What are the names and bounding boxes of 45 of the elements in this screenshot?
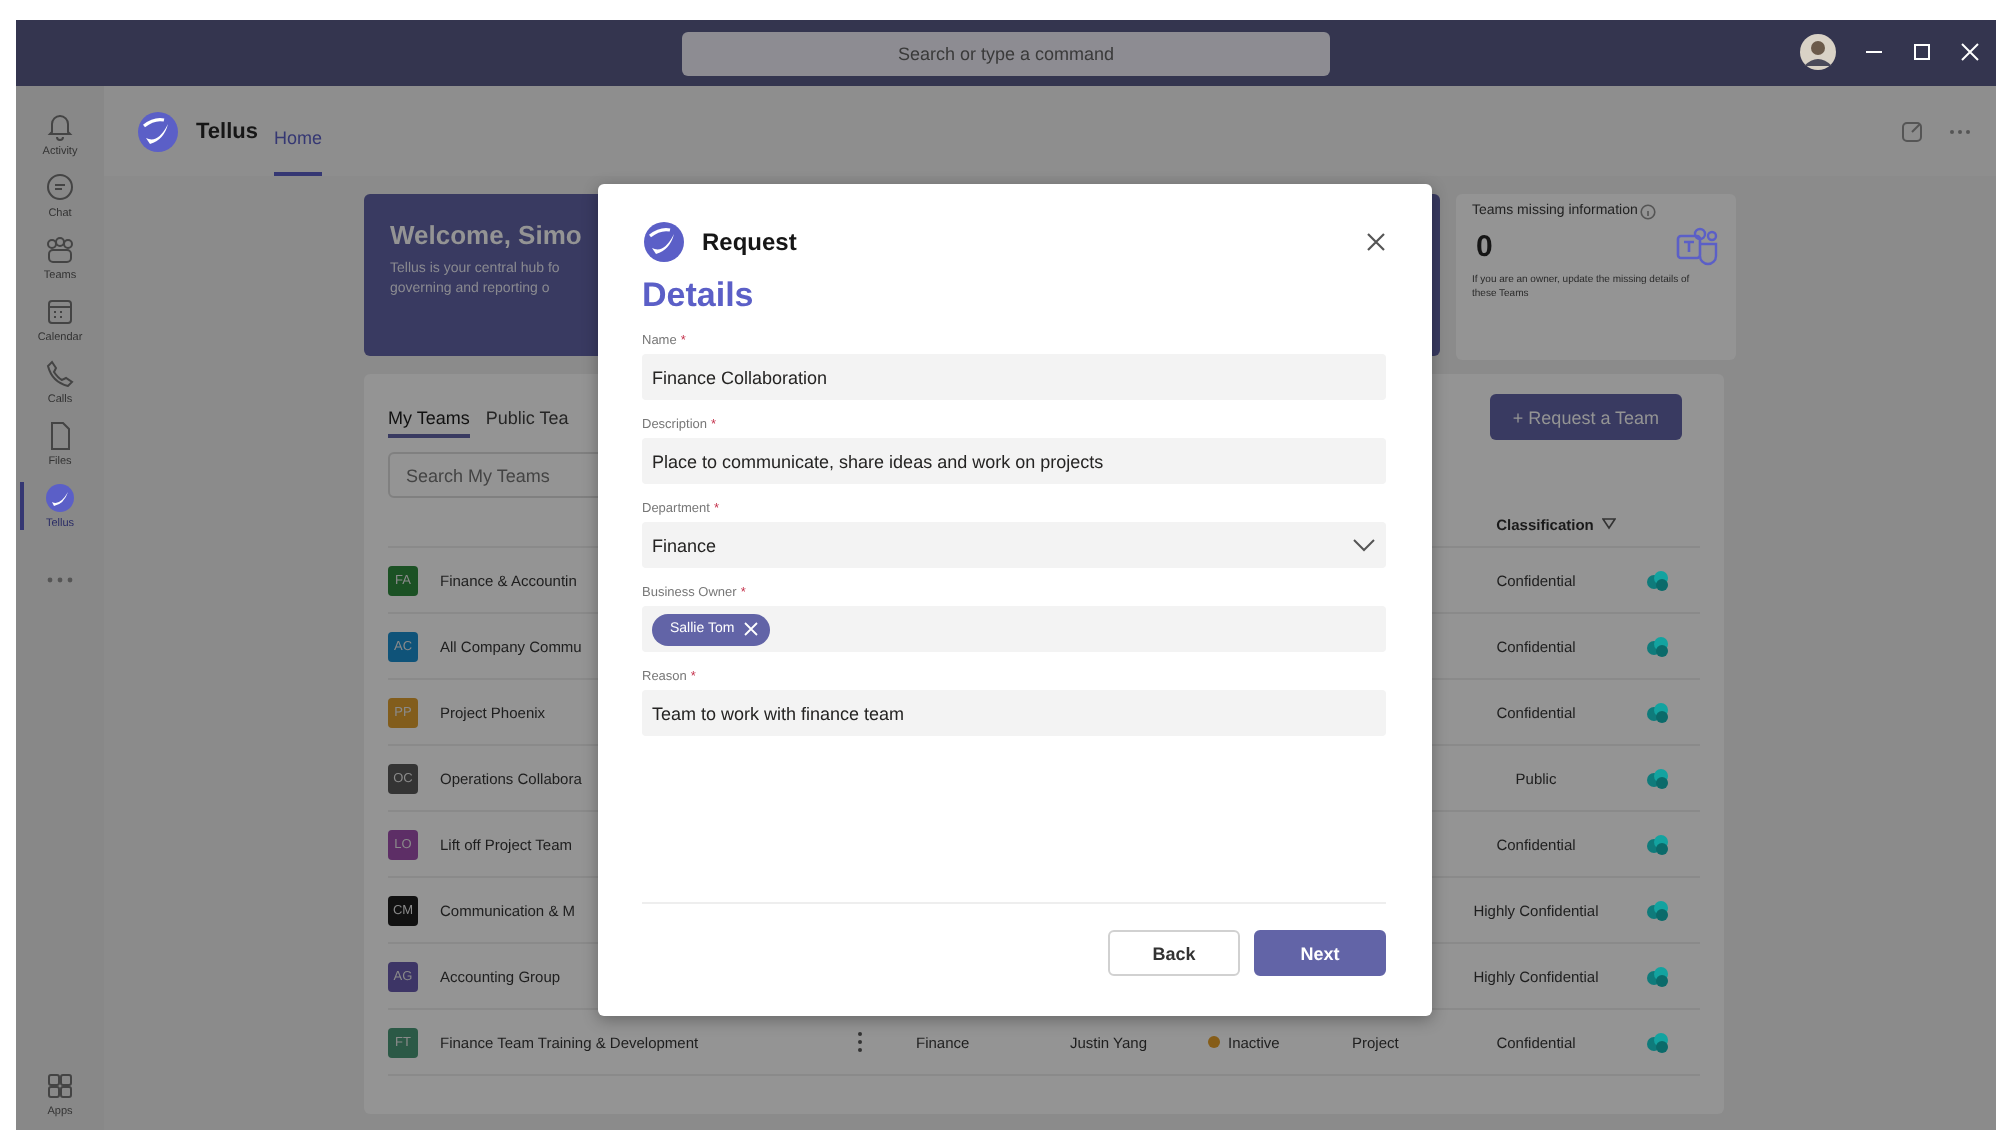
remove-icon[interactable] <box>744 622 759 636</box>
tab[interactable]: My Teams <box>388 397 470 437</box>
swirl-logo <box>44 482 76 514</box>
cloud-icon[interactable] <box>1646 1031 1670 1053</box>
more-icon[interactable] <box>46 576 74 584</box>
cloud-icon[interactable] <box>1646 899 1670 921</box>
calendar-icon <box>44 296 76 328</box>
chevron-down-icon <box>1352 538 1376 552</box>
swirl-logo <box>136 109 180 153</box>
chat-icon <box>44 172 76 204</box>
more-icon[interactable] <box>1948 127 1972 135</box>
popout-icon[interactable] <box>1900 119 1924 143</box>
dropdown[interactable]: Finance <box>642 522 1386 568</box>
swirl-logo <box>642 220 686 264</box>
cloud-icon[interactable] <box>1646 767 1670 789</box>
info-icon[interactable] <box>1639 204 1656 220</box>
dialog-heading: Details <box>642 276 754 316</box>
apps-icon <box>44 1070 76 1102</box>
teams-icon <box>1676 226 1720 266</box>
phone-icon <box>44 358 76 390</box>
tab[interactable]: Public Tea <box>485 397 569 437</box>
filter-icon[interactable] <box>1601 518 1616 530</box>
back-button[interactable]: Back <box>1108 930 1240 976</box>
cloud-icon[interactable] <box>1646 701 1670 723</box>
input-field[interactable]: Team to work with finance team <box>642 690 1386 736</box>
avatar[interactable] <box>1800 34 1836 70</box>
request-team-button[interactable]: + Request a Team <box>1490 394 1682 440</box>
maximize-icon[interactable] <box>1912 42 1932 62</box>
app-name: Tellus <box>196 119 258 143</box>
cloud-icon[interactable] <box>1646 635 1670 657</box>
input-field[interactable]: Place to communicate, share ideas and work on projects <box>642 438 1386 484</box>
dropdown-value: Finance <box>652 535 717 555</box>
dialog-title: Request <box>702 228 797 256</box>
cloud-icon[interactable] <box>1646 833 1670 855</box>
welcome-title: Welcome, Simo <box>390 220 582 250</box>
kebab-icon[interactable] <box>856 1030 864 1054</box>
input-field[interactable]: Finance Collaboration <box>642 354 1386 400</box>
cloud-icon[interactable] <box>1646 569 1670 591</box>
count: 0 <box>1474 229 1493 263</box>
close-icon[interactable] <box>1366 232 1386 252</box>
bell-icon <box>44 110 76 142</box>
search-field[interactable]: Search or type a command <box>682 31 1330 75</box>
people-icon <box>44 234 76 266</box>
cloud-icon[interactable] <box>1646 965 1670 987</box>
next-button[interactable]: Next <box>1254 930 1386 976</box>
